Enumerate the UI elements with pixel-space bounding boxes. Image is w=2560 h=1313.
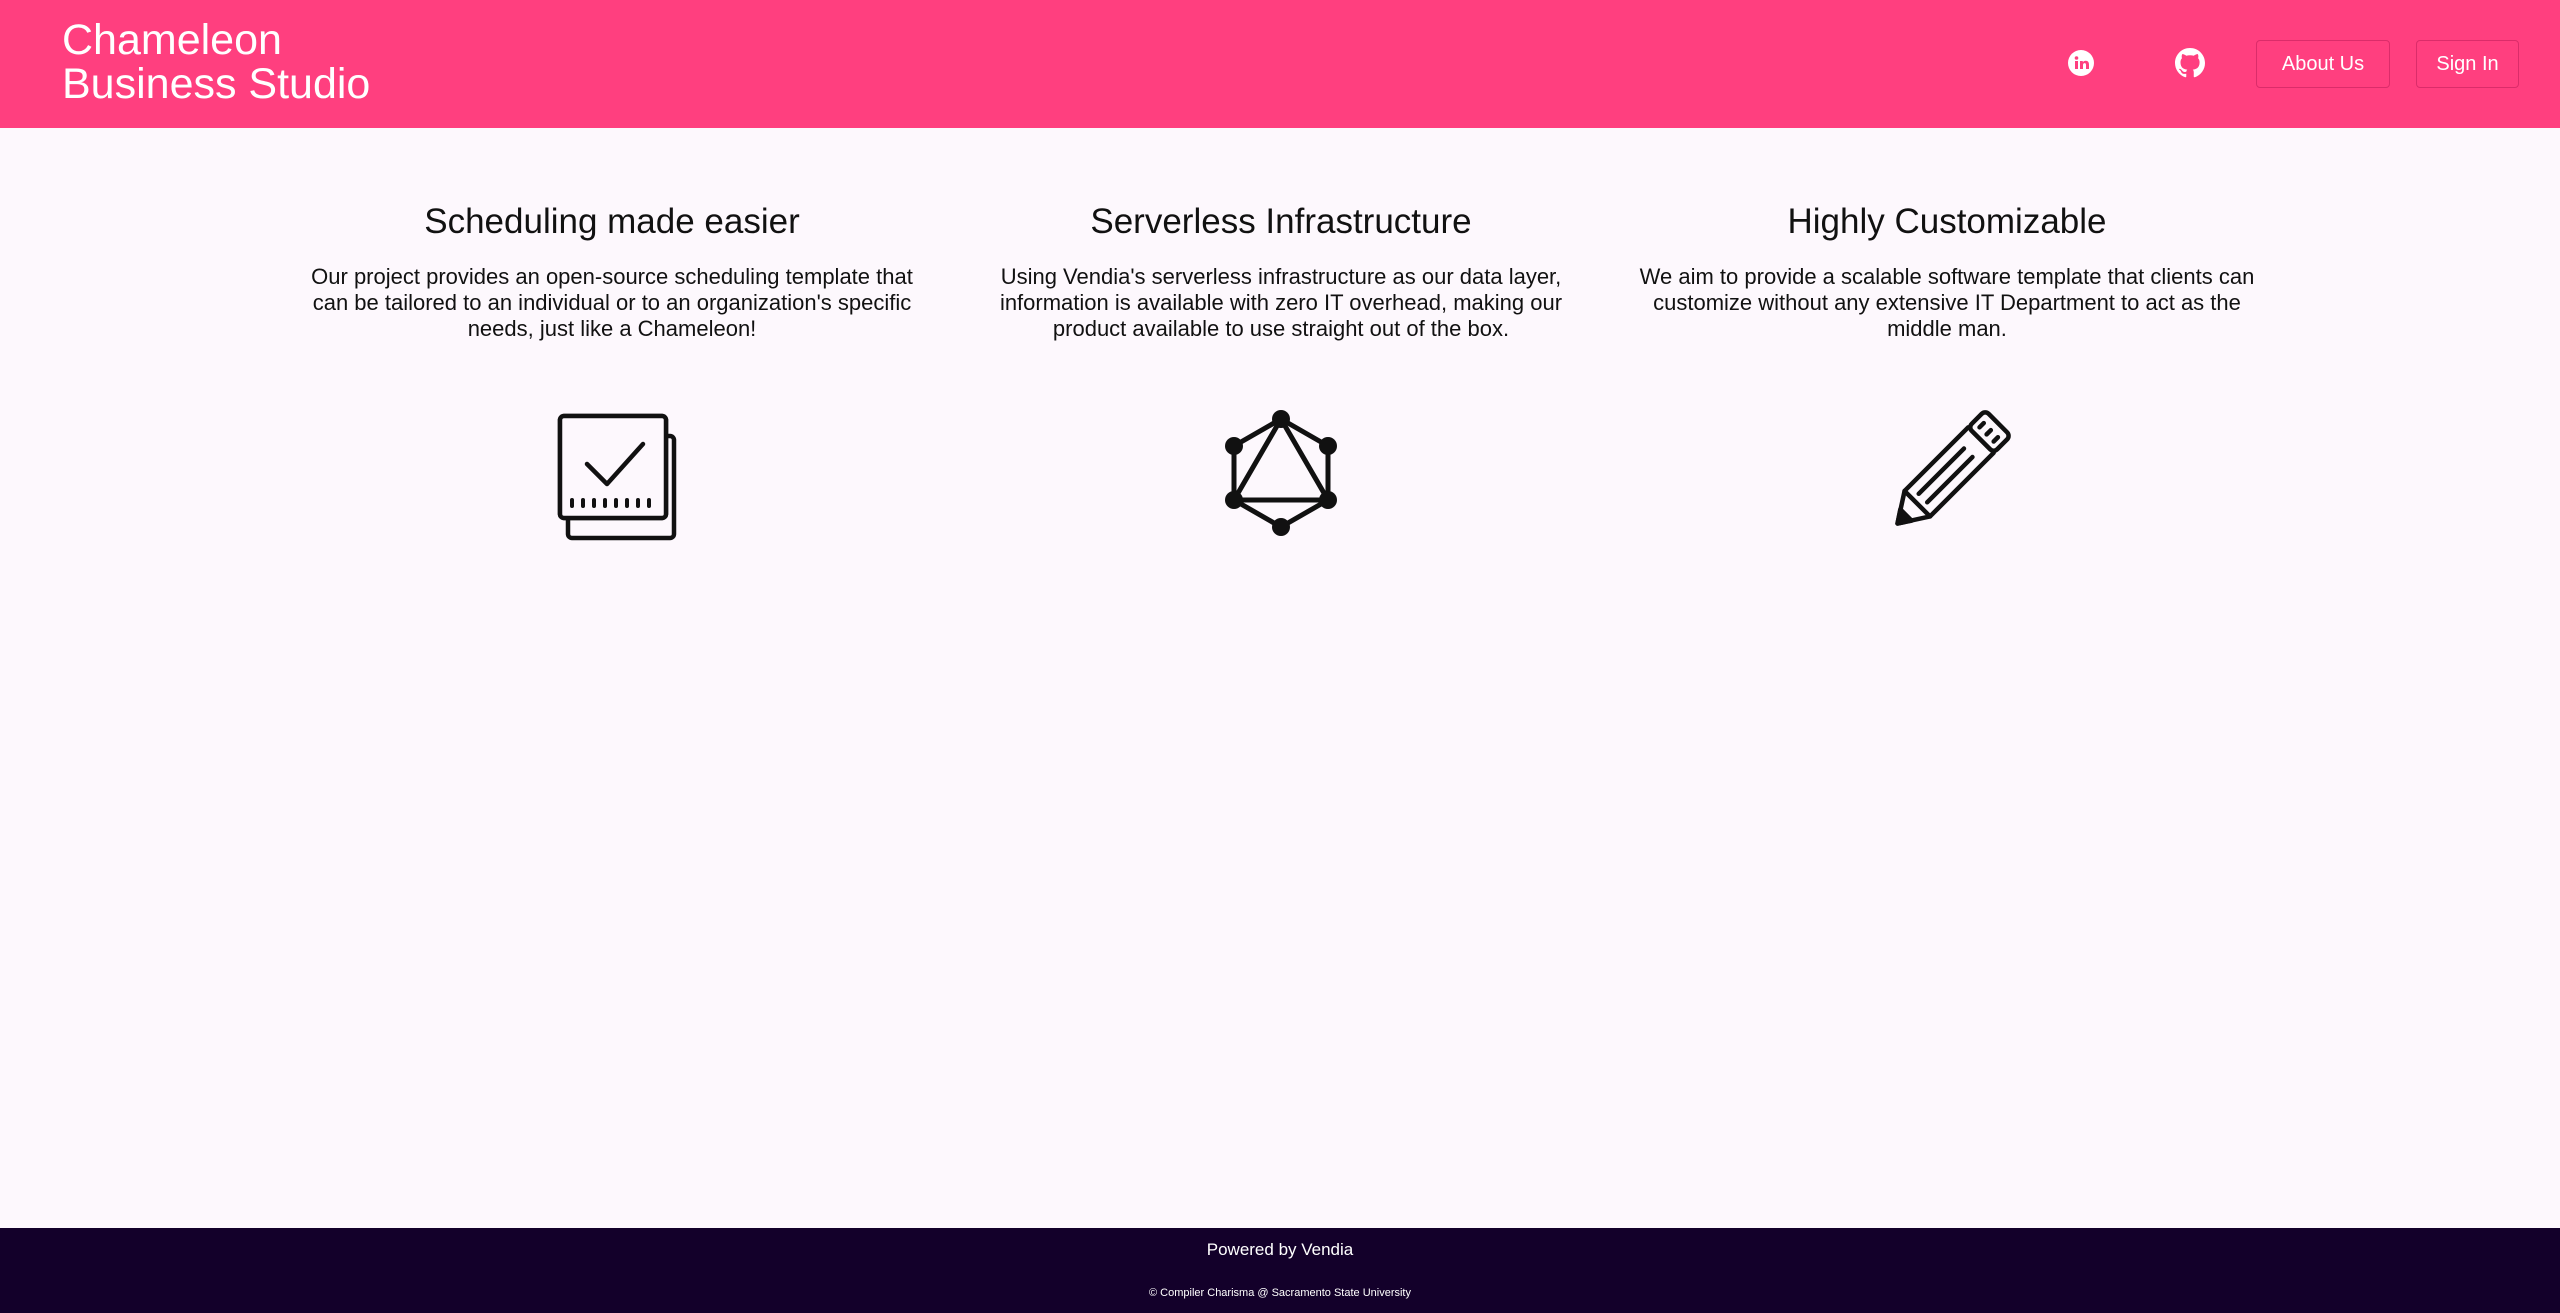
feature-customizable: Highly Customizable We aim to provide a … <box>1630 196 2264 526</box>
linkedin-icon <box>2068 50 2094 76</box>
feature-title: Serverless Infrastructure <box>1090 202 1472 241</box>
feature-description: We aim to provide a scalable software te… <box>1639 264 2255 341</box>
feature-title: Highly Customizable <box>1787 202 2107 241</box>
linkedin-link[interactable] <box>2064 46 2098 80</box>
github-link[interactable] <box>2173 46 2207 80</box>
sign-in-button[interactable]: Sign In <box>2416 40 2519 88</box>
feature-serverless: Serverless Infrastructure Using Vendia's… <box>990 196 1572 536</box>
site-footer: Powered by Vendia © Compiler Charisma @ … <box>0 1228 2560 1313</box>
copyright-text: © Compiler Charisma @ Sacramento State U… <box>1149 1287 1411 1299</box>
feature-description: Our project provides an open-source sche… <box>311 264 913 341</box>
feature-scheduling: Scheduling made easier Our project provi… <box>310 196 914 541</box>
pencil-icon <box>1895 410 2011 526</box>
about-us-button[interactable]: About Us <box>2256 40 2390 88</box>
brand-logo-text[interactable]: Chameleon Business Studio <box>62 18 370 106</box>
site-header: Chameleon Business Studio About Us Sign … <box>0 0 2560 128</box>
brand-line-2: Business Studio <box>62 60 371 108</box>
feature-title: Scheduling made easier <box>424 202 800 241</box>
brand-line-1: Chameleon <box>62 16 282 64</box>
feature-description: Using Vendia's serverless infrastructure… <box>999 264 1563 341</box>
calendar-check-icon <box>557 413 677 541</box>
graphql-icon <box>1225 410 1337 536</box>
powered-by-text: Powered by Vendia <box>1206 1240 1354 1259</box>
github-icon <box>2175 48 2205 78</box>
